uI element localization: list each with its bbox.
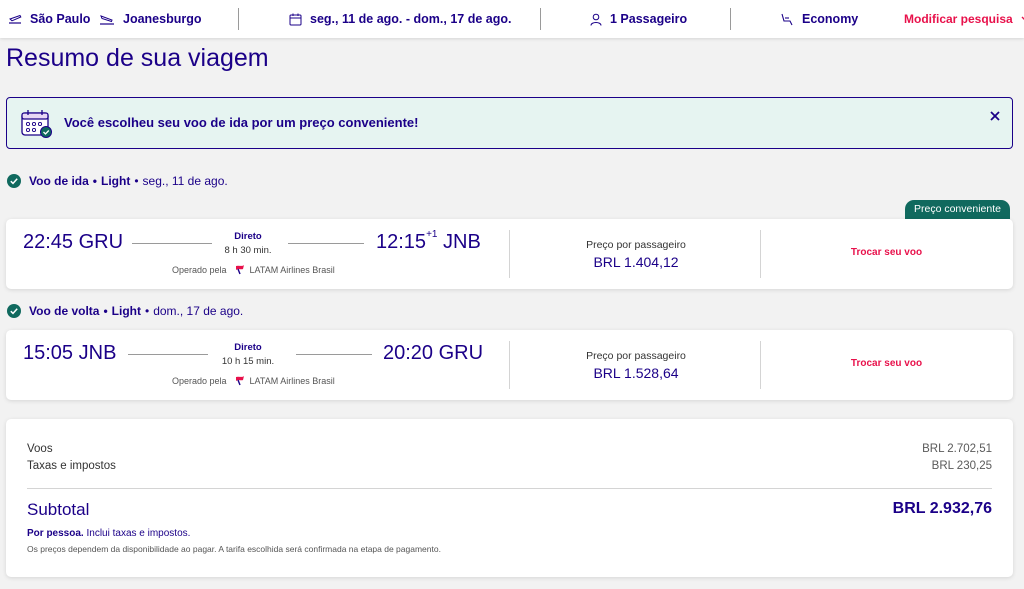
departure-airport: JNB — [78, 342, 117, 364]
close-icon[interactable] — [987, 108, 1003, 124]
per-person-rest: Inclui taxas e impostos. — [86, 528, 191, 539]
departure: 15:05 JNB — [23, 342, 116, 365]
segment-fare: Light — [111, 304, 141, 318]
price-value: BRL 1.528,64 — [593, 365, 679, 381]
per-person-note: Por pessoa. Inclui taxas e impostos. — [27, 528, 190, 539]
landing-icon — [100, 15, 114, 25]
subtotal-value: BRL 2.932,76 — [892, 500, 992, 517]
taxes-value: BRL 230,25 — [931, 460, 992, 472]
dates-item: seg., 11 de ago. - dom., 17 de ago. — [289, 0, 511, 38]
page-title: Resumo de sua viagem — [6, 44, 269, 72]
operated-by-label: Operado pela — [172, 264, 227, 275]
calendar-check-icon — [21, 110, 52, 138]
divider — [540, 8, 541, 30]
departure-airport: GRU — [78, 231, 124, 253]
separator-dot: • — [134, 174, 139, 188]
per-person-bold: Por pessoa. — [27, 528, 84, 539]
seat-icon — [781, 13, 793, 25]
check-circle-icon — [7, 304, 21, 318]
convenient-price-badge: Preço conveniente — [905, 200, 1010, 219]
segment-type: Voo de volta — [29, 304, 100, 318]
latam-logo-icon — [235, 376, 244, 386]
segment-date: dom., 17 de ago. — [153, 304, 244, 318]
taxes-row: Taxas e impostos BRL 230,25 — [27, 460, 992, 472]
flight-info: Direto 8 h 30 min. — [208, 230, 288, 258]
modify-search-label: Modificar pesquisa — [904, 12, 1013, 26]
passenger-count: 1 Passageiro — [610, 12, 688, 26]
divider — [238, 8, 239, 30]
separator-dot: • — [144, 304, 150, 318]
flights-row: Voos BRL 2.702,51 — [27, 443, 992, 455]
search-summary-bar: São Paulo Joanesburgo seg., 11 de ago. -… — [0, 0, 1024, 38]
airline-name: LATAM Airlines Brasil — [249, 264, 335, 275]
departure-time: 15:05 — [23, 342, 74, 364]
arrival-time: 12:15 — [376, 231, 427, 253]
arrival-time: 20:20 — [383, 342, 434, 364]
inbound-segment-header: Voo de volta • Light • dom., 17 de ago. — [7, 304, 243, 318]
segment-date: seg., 11 de ago. — [142, 174, 228, 188]
outbound-segment-header: Voo de ida • Light • seg., 11 de ago. — [7, 174, 228, 188]
price-value: BRL 1.404,12 — [593, 254, 679, 270]
airline-name: LATAM Airlines Brasil — [249, 375, 335, 386]
subtotal-label: Subtotal — [27, 500, 90, 519]
banner-message: Você escolheu seu voo de ida por um preç… — [64, 115, 419, 130]
price-label: Preço por passageiro — [586, 350, 686, 362]
operated-by-label: Operado pela — [172, 375, 227, 386]
destination-item: Joanesburgo — [99, 0, 202, 38]
arrival-airport: GRU — [438, 342, 484, 364]
separator-dot: • — [92, 174, 97, 188]
flight-info: Direto 10 h 15 min. — [208, 341, 288, 369]
flights-value: BRL 2.702,51 — [922, 443, 992, 455]
convenient-price-banner: Você escolheu seu voo de ida por um preç… — [6, 97, 1013, 149]
operated-by: Operado pela LATAM Airlines Brasil — [172, 264, 335, 275]
origin-city: São Paulo — [30, 12, 91, 26]
operated-by: Operado pela LATAM Airlines Brasil — [172, 375, 335, 386]
departure-time: 22:45 — [23, 231, 74, 253]
person-icon — [590, 13, 602, 26]
price-label: Preço por passageiro — [586, 239, 686, 251]
stops-label: Direto — [234, 231, 262, 242]
flight-duration: 8 h 30 min. — [224, 245, 272, 256]
divider — [730, 8, 731, 30]
origin-item: São Paulo — [8, 0, 90, 38]
outbound-flight-card: 22:45 GRU Direto 8 h 30 min. 12:15+1 JNB… — [6, 219, 1013, 289]
calendar-icon — [289, 13, 302, 25]
change-flight-link[interactable]: Trocar seu voo — [760, 247, 1013, 258]
arrival-airport: JNB — [443, 231, 481, 253]
price-summary: Voos BRL 2.702,51 Taxas e impostos BRL 2… — [6, 419, 1013, 577]
cabin-item: Economy — [780, 0, 858, 38]
takeoff-icon — [9, 14, 22, 24]
travel-dates: seg., 11 de ago. - dom., 17 de ago. — [310, 12, 512, 26]
route-line — [288, 243, 364, 244]
arrival-day-offset: +1 — [426, 229, 438, 240]
route-line — [128, 354, 208, 355]
latam-logo-icon — [235, 265, 244, 275]
segment-type: Voo de ida — [29, 174, 89, 188]
change-flight-link[interactable]: Trocar seu voo — [760, 358, 1013, 369]
price-disclaimer: Os preços dependem da disponibilidade ao… — [27, 544, 441, 554]
separator-dot: • — [103, 304, 108, 318]
modify-search-button[interactable]: Modificar pesquisa — [904, 0, 1024, 38]
route-line — [132, 243, 212, 244]
check-circle-icon — [7, 174, 21, 188]
departure: 22:45 GRU — [23, 231, 123, 254]
segment-fare: Light — [101, 174, 131, 188]
destination-city: Joanesburgo — [123, 12, 202, 26]
stops-label: Direto — [234, 342, 262, 353]
cabin-class: Economy — [802, 12, 859, 26]
taxes-label: Taxas e impostos — [27, 460, 116, 472]
arrival: 20:20 GRU — [383, 342, 483, 365]
flights-label: Voos — [27, 443, 53, 455]
summary-divider — [27, 488, 992, 489]
flight-duration: 10 h 15 min. — [221, 356, 275, 367]
arrival: 12:15+1 JNB — [376, 229, 481, 254]
inbound-flight-card: 15:05 JNB Direto 10 h 15 min. 20:20 GRU … — [6, 330, 1013, 400]
passengers-item: 1 Passageiro — [590, 0, 687, 38]
route-line — [296, 354, 372, 355]
